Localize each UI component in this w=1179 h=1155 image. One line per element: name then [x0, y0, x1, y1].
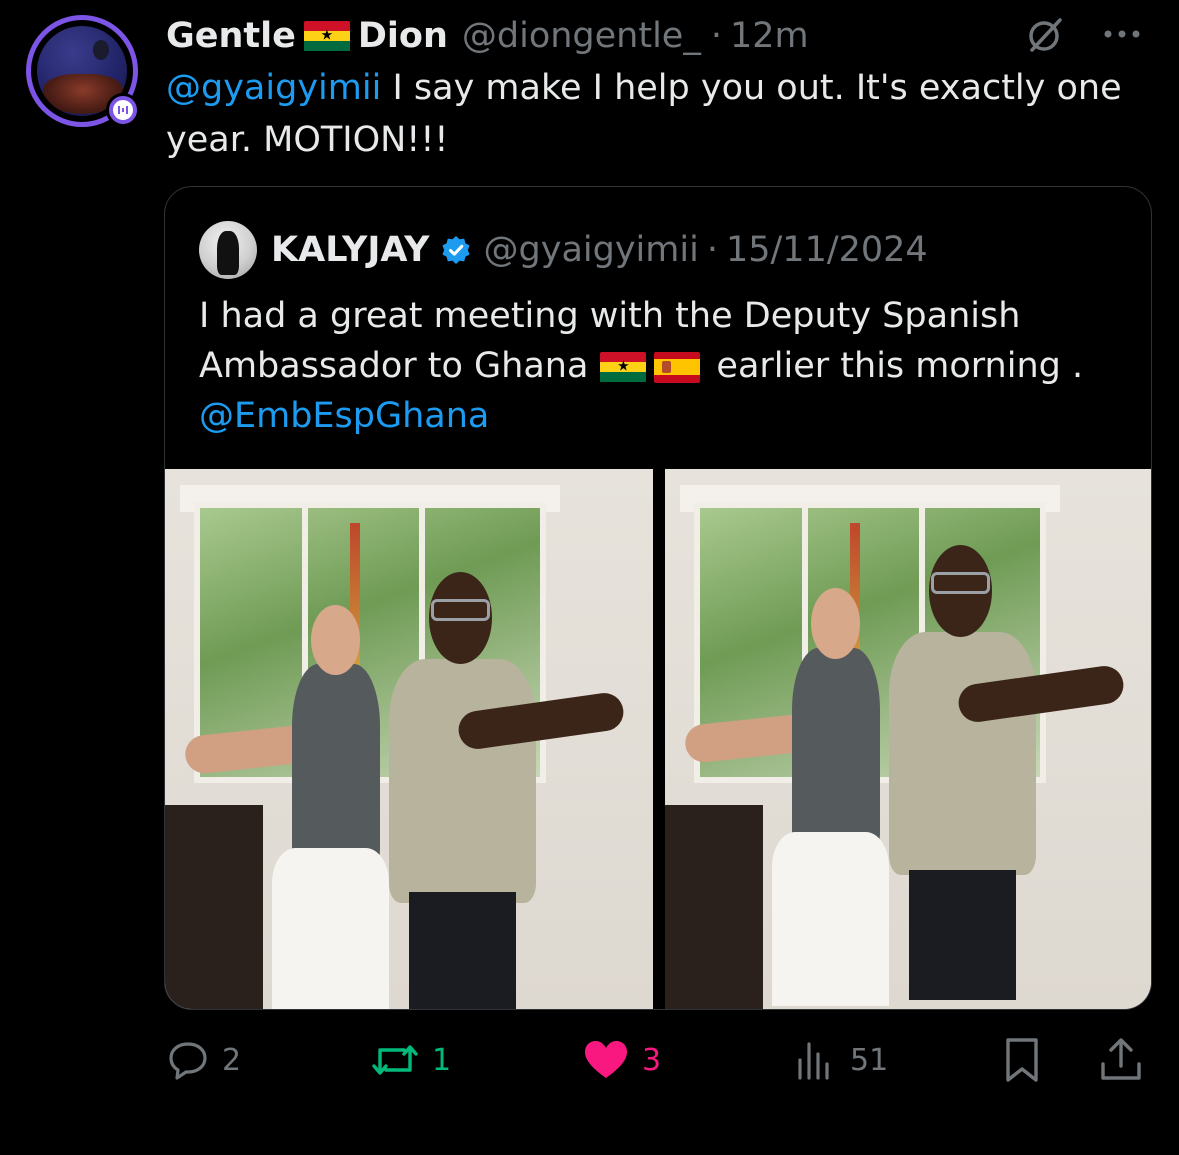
- quote-mention-link[interactable]: @EmbEspGhana: [199, 396, 489, 436]
- tweet-text: @gyaigyimii I say make I help you out. I…: [166, 62, 1146, 166]
- quoted-tweet[interactable]: KALYJAY @gyaigyimii · 15/11/2024 I had a…: [164, 186, 1152, 1010]
- ghana-flag: ★: [303, 20, 350, 52]
- share-button[interactable]: [1098, 1030, 1144, 1090]
- like-button[interactable]: 3: [582, 1030, 661, 1090]
- author-name-first[interactable]: Gentle: [166, 16, 296, 56]
- quote-author-handle[interactable]: @gyaigyimii: [484, 230, 699, 270]
- share-icon: [1101, 1038, 1141, 1080]
- author-avatar[interactable]: [26, 15, 140, 127]
- quote-date[interactable]: 15/11/2024: [726, 230, 928, 270]
- quote-body-part2: earlier this morning .: [716, 346, 1084, 386]
- views-icon: [798, 1042, 829, 1080]
- views-count: 51: [850, 1042, 889, 1078]
- grok-icon[interactable]: [1024, 14, 1066, 56]
- author-handle[interactable]: @diongentle_: [462, 16, 701, 56]
- ghana-flag: ★: [600, 351, 647, 383]
- author-name-last[interactable]: Dion: [358, 16, 448, 56]
- verified-badge-icon: [441, 236, 470, 264]
- bookmark-button[interactable]: [1002, 1030, 1042, 1090]
- views-button[interactable]: 51: [794, 1030, 888, 1090]
- retweet-icon: [372, 1045, 418, 1075]
- tweet-header: Gentle ★ Dion @diongentle_ · 12m: [166, 14, 809, 58]
- reply-button[interactable]: 2: [166, 1030, 241, 1090]
- header-separator: ·: [710, 16, 722, 56]
- tweet-time[interactable]: 12m: [730, 16, 809, 56]
- avatar-badge-icon: [106, 93, 140, 127]
- quote-author-avatar[interactable]: [199, 221, 257, 279]
- bookmark-icon: [1006, 1038, 1038, 1082]
- more-icon[interactable]: [1100, 24, 1144, 44]
- like-count: 3: [642, 1042, 662, 1078]
- quote-header: KALYJAY @gyaigyimii · 15/11/2024: [199, 221, 928, 279]
- quote-author-name[interactable]: KALYJAY: [271, 230, 430, 270]
- spain-flag: [654, 351, 701, 383]
- quote-separator: ·: [706, 230, 718, 270]
- retweet-button[interactable]: 1: [370, 1030, 451, 1090]
- quote-media: [165, 469, 1151, 1009]
- photo-2[interactable]: [665, 469, 1151, 1009]
- heart-icon: [585, 1041, 627, 1078]
- photo-1[interactable]: [165, 469, 653, 1009]
- action-bar: 2 1 3 51: [0, 1030, 1179, 1090]
- quote-text: I had a great meeting with the Deputy Sp…: [199, 291, 1119, 441]
- retweet-count: 1: [432, 1042, 452, 1078]
- reply-icon: [169, 1042, 207, 1080]
- mention-link[interactable]: @gyaigyimii: [166, 68, 381, 108]
- reply-count: 2: [222, 1042, 242, 1078]
